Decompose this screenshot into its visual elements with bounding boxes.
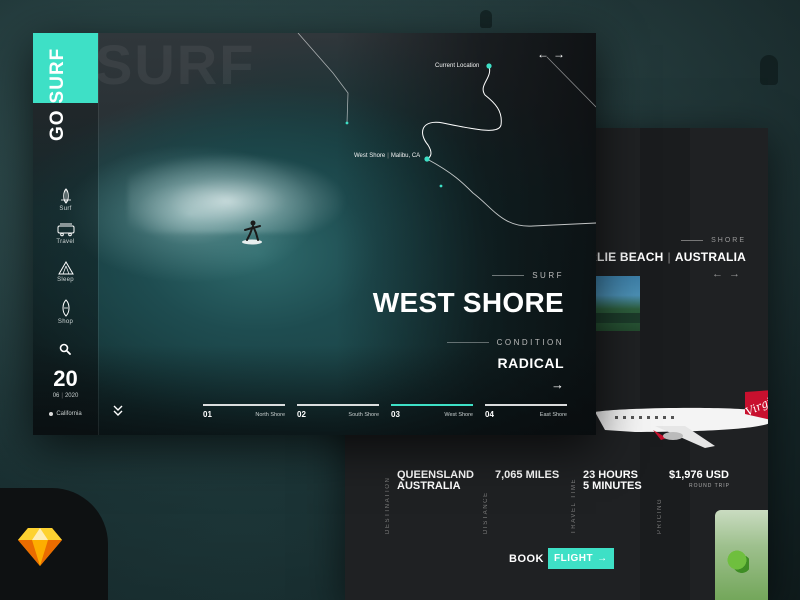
- sketch-app-badge: [0, 488, 108, 600]
- tab-north-shore[interactable]: 01 North Shore: [203, 404, 285, 424]
- book-label: BOOK: [509, 552, 544, 565]
- location-pin-icon: [49, 412, 54, 416]
- tab-east-shore[interactable]: 04 East Shore: [485, 404, 567, 424]
- sidebar-item-surf[interactable]: Surf: [33, 188, 98, 212]
- condition-label-row: CONDITION: [446, 338, 564, 347]
- book-flight-button[interactable]: FLIGHT →: [548, 548, 614, 569]
- background-surfer-figure: [760, 55, 778, 85]
- tab-west-shore[interactable]: 03 West Shore: [391, 404, 473, 424]
- date-month-year: 06 | 2020: [52, 393, 79, 399]
- spot-title: WEST SHORE: [372, 287, 564, 318]
- condition-value: RADICAL: [497, 355, 564, 371]
- surfboard-icon: [60, 188, 71, 204]
- van-icon: [57, 223, 74, 237]
- location: California: [33, 411, 98, 417]
- destination-photo: [595, 276, 640, 331]
- shore-name-country: AUSTRALIA: [674, 250, 746, 264]
- arrow-right-icon: →: [597, 553, 608, 564]
- west-shore-pin-label: West Shore | Malibu, CA: [354, 153, 421, 159]
- surf-spot-card: SURF Current Location West Shore | Malibu,…: [33, 33, 596, 435]
- category-label-row: SURF: [492, 271, 564, 280]
- wave-foam: [128, 153, 348, 233]
- slide-nav-arrows[interactable]: ←→: [537, 47, 569, 61]
- sketch-diamond-icon: [18, 528, 62, 566]
- shore-label: SHORE: [711, 237, 746, 244]
- double-chevron-down-icon[interactable]: [113, 405, 123, 417]
- shore-nav-arrows[interactable]: ←→: [712, 268, 746, 280]
- shore-label-row: SHORE: [681, 237, 746, 244]
- board-shop-icon: [62, 299, 69, 317]
- shore-tabs: 01 North Shore 02 South Shore 03 West Sh…: [203, 404, 567, 424]
- trip-stats: DESTINATION QUEENSLAND AUSTRALIA DISTANCE…: [385, 469, 731, 535]
- date-day: 20: [53, 366, 78, 391]
- cocktail-image: [715, 510, 768, 600]
- brand-logo[interactable]: GOSURF: [47, 48, 69, 141]
- book-flight-row: BOOK FLIGHT →: [509, 548, 614, 569]
- category-label: SURF: [532, 271, 564, 280]
- current-location-label: Current Location: [435, 63, 480, 69]
- tab-south-shore[interactable]: 02 South Shore: [297, 404, 379, 424]
- search-icon[interactable]: [59, 343, 71, 355]
- sidebar-item-sleep[interactable]: Sleep: [33, 261, 98, 283]
- ghost-brand-text: SURF: [95, 33, 256, 96]
- sidebar-item-travel[interactable]: Travel: [33, 223, 98, 245]
- airplane-image: Virgin: [595, 390, 768, 448]
- arrow-right-icon[interactable]: →: [551, 377, 564, 392]
- surfer-image: [242, 220, 262, 245]
- sidebar-item-shop[interactable]: Shop: [33, 299, 98, 325]
- tent-icon: [57, 261, 74, 275]
- shore-name: AIRLIE BEACH | AUSTRALIA: [575, 250, 746, 264]
- background-surfer-figure: [480, 10, 492, 28]
- condition-label: CONDITION: [496, 338, 564, 347]
